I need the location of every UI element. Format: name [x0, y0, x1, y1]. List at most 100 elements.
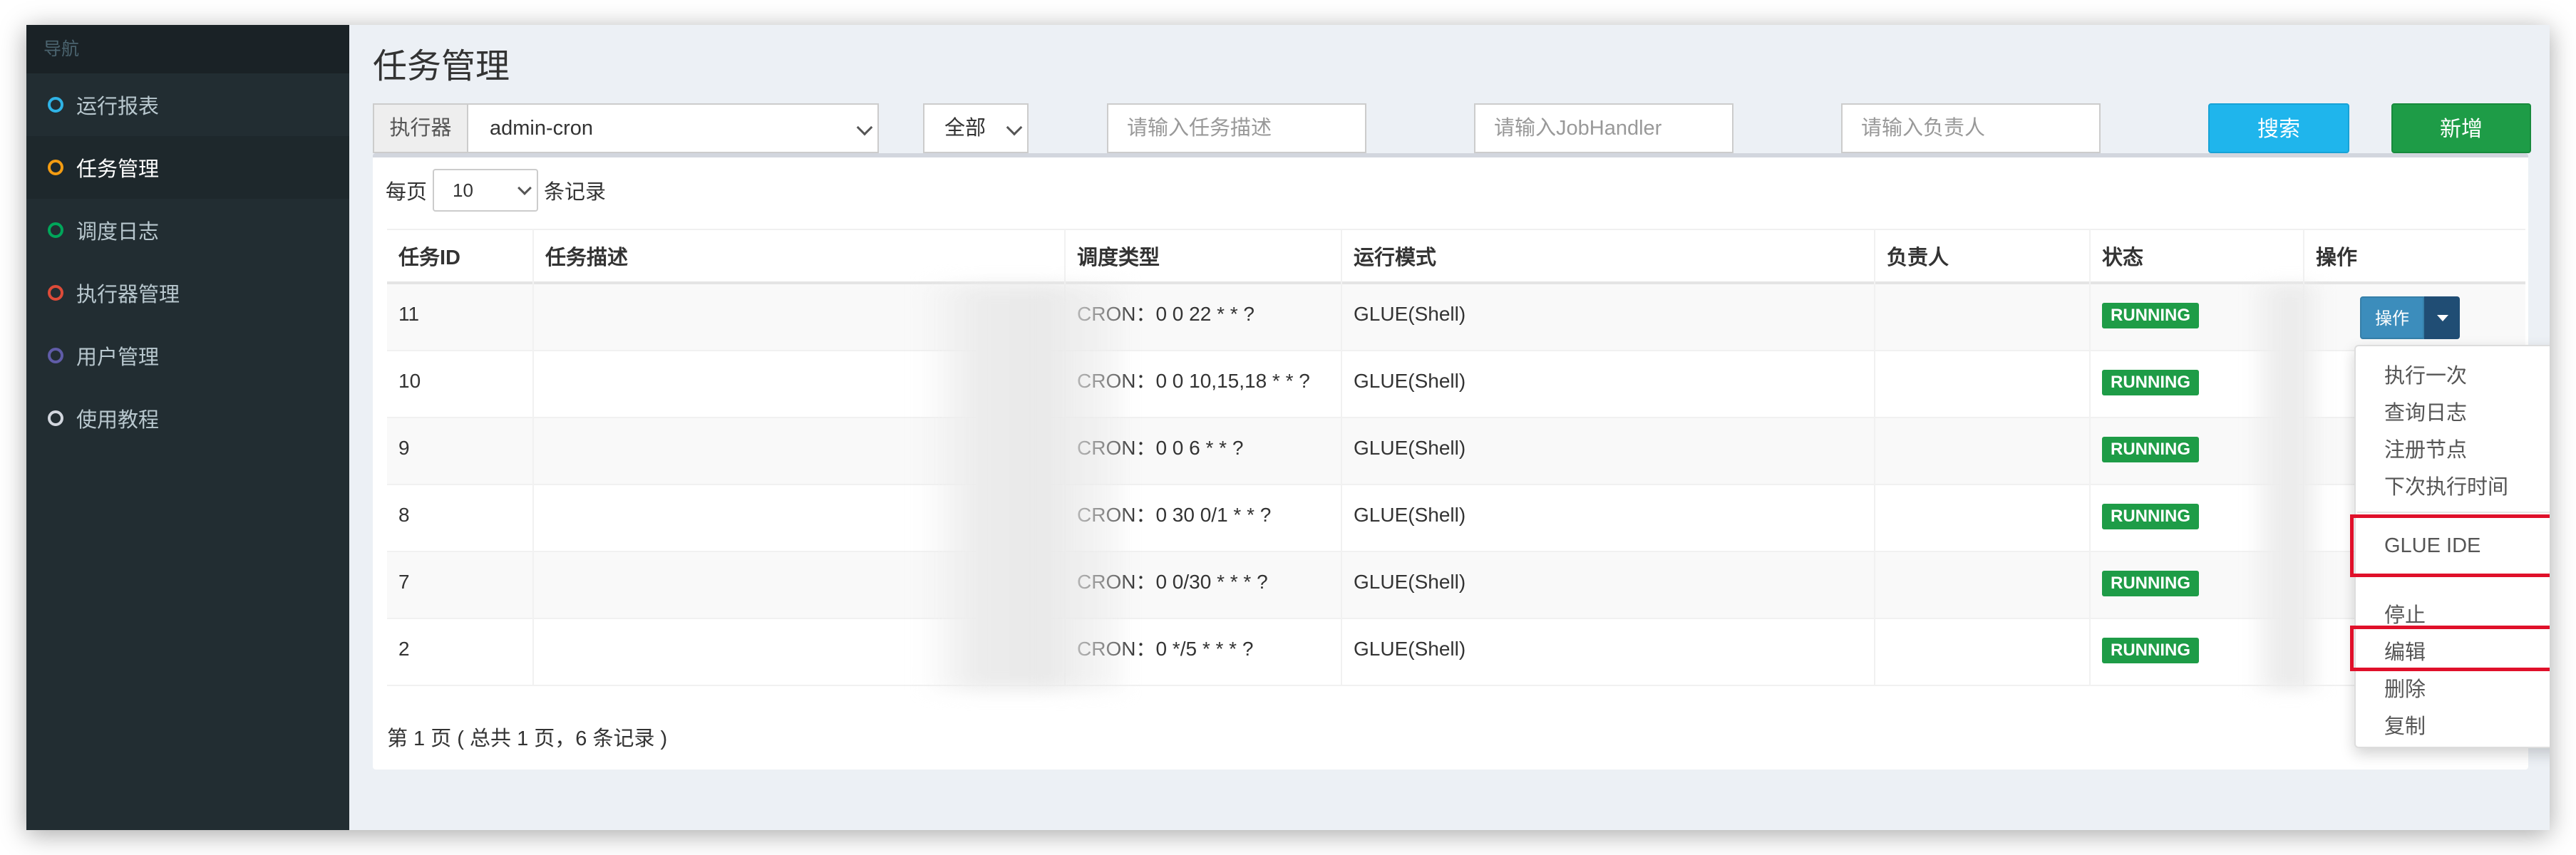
- sidebar-item-users[interactable]: 用户管理: [26, 324, 349, 387]
- sidebar-item-label: 运行报表: [76, 95, 160, 118]
- executor-select-value: admin-cron: [490, 117, 594, 140]
- cell-job-desc: [534, 552, 545, 619]
- pagination-info: 第 1 页 ( 总共 1 页，6 条记录 ): [387, 727, 668, 750]
- executor-select[interactable]: admin-cron: [467, 103, 879, 153]
- cell-status: RUNNING: [2091, 418, 2199, 485]
- sidebar-item-tutorial[interactable]: 使用教程: [26, 387, 349, 450]
- page-size-select[interactable]: 10: [433, 169, 539, 212]
- sidebar-item-jobs[interactable]: 任务管理: [26, 136, 349, 199]
- table-row: 10 CRON：0 0 10,15,18 * * ? GLUE(Shell) R…: [387, 351, 2525, 418]
- status-badge: RUNNING: [2102, 637, 2199, 663]
- cell-job-desc: [534, 351, 545, 418]
- menu-item-copy[interactable]: 复制: [2384, 710, 2426, 740]
- cell-author: [1875, 351, 1887, 418]
- operation-button-group: 操作: [2360, 296, 2460, 339]
- sidebar-item-label: 任务管理: [76, 158, 160, 181]
- highlight-edit: [2350, 626, 2550, 671]
- table-row: 8 CRON：0 30 0/1 * * ? GLUE(Shell) RUNNIN…: [387, 485, 2525, 552]
- cell-job-desc: [534, 485, 545, 552]
- redacted-description-area: [919, 284, 1125, 690]
- header-status[interactable]: 状态: [2091, 230, 2143, 286]
- header-job-desc[interactable]: 任务描述: [534, 230, 628, 286]
- sidebar-item-logs[interactable]: 调度日志: [26, 199, 349, 261]
- highlight-glue-ide: [2350, 514, 2550, 577]
- menu-item-query-log[interactable]: 查询日志: [2384, 396, 2467, 426]
- header-schedule-type[interactable]: 调度类型: [1066, 230, 1160, 286]
- table-row: 11 CRON：0 0 22 * * ? GLUE(Shell) RUNNING: [387, 284, 2525, 351]
- cell-run-mode: GLUE(Shell): [1354, 303, 1466, 325]
- executor-label: 执行器: [373, 103, 468, 153]
- cell-status: RUNNING: [2091, 284, 2199, 351]
- circle-icon: [48, 285, 63, 301]
- header-operation: 操作: [2316, 247, 2358, 269]
- circle-icon: [48, 348, 63, 363]
- column-divider: [1874, 229, 1875, 686]
- table-header: 任务ID 任务描述 调度类型 运行模式 负责人 状态 操作: [387, 229, 2525, 284]
- job-table: 任务ID 任务描述 调度类型 运行模式 负责人 状态 操作 11 CRON：0 …: [387, 229, 2525, 686]
- operation-button[interactable]: 操作: [2360, 296, 2424, 339]
- page-size-prefix: 每页: [386, 181, 428, 204]
- cell-job-desc: [534, 284, 545, 351]
- circle-icon: [48, 222, 63, 238]
- table-row: 7 CRON：0 0/30 * * * ? GLUE(Shell) RUNNIN…: [387, 552, 2525, 619]
- page-size-suffix: 条记录: [544, 181, 607, 204]
- cell-author: [1875, 485, 1887, 552]
- menu-item-stop[interactable]: 停止: [2384, 598, 2426, 628]
- cell-job-desc: [534, 418, 545, 485]
- table-row: 9 CRON：0 0 6 * * ? GLUE(Shell) RUNNING: [387, 418, 2525, 485]
- header-run-mode[interactable]: 运行模式: [1342, 230, 1436, 286]
- page-size-value: 10: [453, 180, 473, 201]
- sidebar-item-label: 调度日志: [76, 221, 160, 244]
- status-select[interactable]: 全部: [923, 103, 1029, 153]
- cell-status: RUNNING: [2091, 351, 2199, 418]
- job-table-box: 每页 10 条记录 任务ID 任务描述 调度类型 运行模式 负责人 状态 操作: [373, 153, 2550, 770]
- cell-job-id: 10: [398, 370, 421, 392]
- cell-status: RUNNING: [2091, 552, 2199, 619]
- job-handler-input[interactable]: 请输入JobHandler: [1474, 103, 1733, 153]
- status-badge: RUNNING: [2102, 436, 2199, 462]
- status-badge: RUNNING: [2102, 503, 2199, 529]
- sidebar: 导航 运行报表 任务管理 调度日志 执行器管理 用户管理 使用教程: [26, 25, 349, 830]
- cell-job-id: 11: [398, 303, 420, 325]
- job-desc-input[interactable]: 请输入任务描述: [1107, 103, 1366, 153]
- cell-job-id: 8: [398, 504, 410, 526]
- cell-run-mode: GLUE(Shell): [1354, 504, 1466, 526]
- cell-job-id: 2: [398, 638, 410, 660]
- chevron-down-icon: [517, 181, 532, 195]
- status-badge: RUNNING: [2102, 369, 2199, 395]
- menu-item-registry-node[interactable]: 注册节点: [2384, 433, 2467, 463]
- header-author[interactable]: 负责人: [1875, 230, 1949, 286]
- main-content: 任务管理 执行器 admin-cron 全部 请输入任务描述 请输入JobHan…: [349, 25, 2550, 830]
- search-button[interactable]: 搜索: [2208, 103, 2349, 153]
- author-input[interactable]: 请输入负责人: [1841, 103, 2101, 153]
- menu-item-run-once[interactable]: 执行一次: [2384, 359, 2467, 389]
- status-select-value: 全部: [944, 117, 986, 140]
- cell-run-mode: GLUE(Shell): [1354, 571, 1466, 593]
- circle-icon: [48, 97, 63, 113]
- cell-job-desc: [534, 619, 545, 686]
- menu-item-delete[interactable]: 删除: [2384, 673, 2426, 703]
- status-badge: RUNNING: [2102, 570, 2199, 596]
- cell-author: [1875, 552, 1887, 619]
- column-divider: [2089, 229, 2091, 686]
- app-window: 导航 运行报表 任务管理 调度日志 执行器管理 用户管理 使用教程 任务管理 执…: [26, 25, 2550, 830]
- cell-job-id: 9: [398, 437, 410, 459]
- sidebar-item-label: 执行器管理: [76, 284, 180, 306]
- sidebar-header: 导航: [26, 25, 349, 73]
- sidebar-item-executors[interactable]: 执行器管理: [26, 261, 349, 324]
- cell-run-mode: GLUE(Shell): [1354, 638, 1466, 660]
- cell-status: RUNNING: [2091, 619, 2199, 686]
- sidebar-item-report[interactable]: 运行报表: [26, 73, 349, 136]
- column-divider: [1341, 229, 1342, 686]
- header-job-id[interactable]: 任务ID: [387, 230, 460, 286]
- add-job-button[interactable]: 新增: [2391, 103, 2531, 153]
- caret-down-icon[interactable]: [2424, 296, 2460, 339]
- chevron-down-icon: [856, 119, 873, 136]
- page-title: 任务管理: [373, 48, 510, 86]
- menu-item-next-trigger-time[interactable]: 下次执行时间: [2384, 470, 2508, 500]
- filter-bar: 执行器 admin-cron 全部 请输入任务描述 请输入JobHandler …: [373, 103, 2531, 153]
- cell-author: [1875, 284, 1887, 351]
- cell-author: [1875, 619, 1887, 686]
- circle-icon: [48, 160, 63, 175]
- cell-job-id: 7: [398, 571, 410, 593]
